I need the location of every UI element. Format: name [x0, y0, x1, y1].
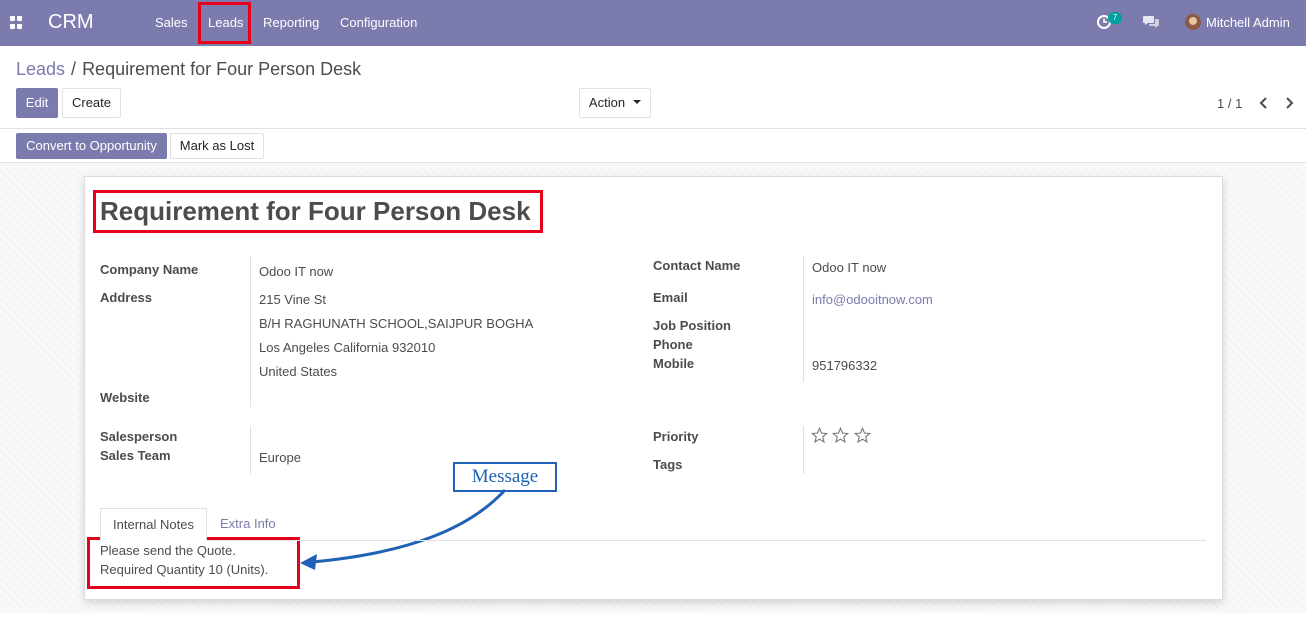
- action-label: Action: [588, 95, 626, 110]
- address-label: Address: [100, 290, 153, 305]
- contact-name-value[interactable]: Odoo IT now: [812, 260, 886, 275]
- notebook-divider: [100, 540, 1206, 541]
- mobile-label: Mobile: [653, 356, 695, 371]
- notes-highlight: [87, 537, 300, 589]
- sales-group-divider: [250, 426, 251, 474]
- address-line-4[interactable]: United States: [259, 364, 337, 379]
- priority-label: Priority: [653, 429, 699, 444]
- address-line-1[interactable]: 215 Vine St: [259, 292, 326, 307]
- top-navbar: CRM Sales Leads Reporting Configuration …: [0, 0, 1306, 46]
- tags-label: Tags: [653, 457, 683, 472]
- pager-value[interactable]: 1 / 1: [1217, 96, 1242, 111]
- phone-label: Phone: [653, 337, 693, 352]
- website-label: Website: [100, 390, 150, 405]
- messaging-icon[interactable]: [1142, 14, 1160, 30]
- tab-internal-notes[interactable]: Internal Notes: [100, 508, 207, 541]
- menu-configuration[interactable]: Configuration: [340, 15, 417, 30]
- salesperson-label: Salesperson: [100, 429, 178, 444]
- sales-team-label: Sales Team: [100, 448, 171, 463]
- user-menu[interactable]: Mitchell Admin: [1206, 15, 1290, 30]
- breadcrumb-separator: /: [71, 59, 77, 79]
- mobile-value[interactable]: 951796332: [812, 358, 877, 373]
- breadcrumb-current: Requirement for Four Person Desk: [82, 59, 362, 79]
- create-button[interactable]: Create: [62, 88, 121, 118]
- job-position-label: Job Position: [653, 318, 731, 333]
- convert-to-opportunity-button[interactable]: Convert to Opportunity: [16, 133, 167, 159]
- address-line-2[interactable]: B/H RAGHUNATH SCHOOL,SAIJPUR BOGHA: [259, 316, 533, 331]
- breadcrumb: Leads / Requirement for Four Person Desk: [16, 59, 361, 80]
- priority-star-3-icon[interactable]: [854, 427, 871, 444]
- chevron-right-icon[interactable]: [1285, 96, 1295, 110]
- activity-count-badge: 7: [1108, 12, 1122, 24]
- menu-reporting[interactable]: Reporting: [263, 15, 319, 30]
- left-group-divider: [250, 256, 251, 407]
- caret-down-icon: [633, 100, 642, 105]
- title-highlight: [93, 190, 543, 233]
- sales-team-value[interactable]: Europe: [259, 450, 301, 465]
- mark-as-lost-button[interactable]: Mark as Lost: [170, 133, 264, 159]
- apps-menu-icon[interactable]: [10, 16, 23, 29]
- chevron-left-icon[interactable]: [1258, 96, 1268, 110]
- breadcrumb-leads-link[interactable]: Leads: [16, 59, 65, 79]
- company-name-value[interactable]: Odoo IT now: [259, 264, 333, 279]
- user-avatar[interactable]: [1185, 14, 1201, 30]
- callout-arrow-icon: [300, 488, 507, 570]
- leads-menu-highlight: [198, 2, 251, 44]
- address-line-3[interactable]: Los Angeles California 932010: [259, 340, 435, 355]
- action-dropdown[interactable]: Action: [579, 88, 651, 118]
- contact-name-label: Contact Name: [653, 258, 741, 273]
- right-group-divider: [803, 256, 804, 382]
- edit-button[interactable]: Edit: [16, 88, 58, 118]
- menu-sales[interactable]: Sales: [155, 15, 188, 30]
- priority-star-2-icon[interactable]: [832, 427, 849, 444]
- company-name-label: Company Name: [100, 262, 199, 277]
- form-statusbar: Convert to Opportunity Mark as Lost: [0, 129, 1306, 163]
- priority-group-divider: [803, 426, 804, 474]
- priority-star-1-icon[interactable]: [811, 427, 828, 444]
- email-link[interactable]: info@odooitnow.com: [812, 292, 933, 307]
- email-label: Email: [653, 290, 688, 305]
- app-brand[interactable]: CRM: [48, 11, 94, 34]
